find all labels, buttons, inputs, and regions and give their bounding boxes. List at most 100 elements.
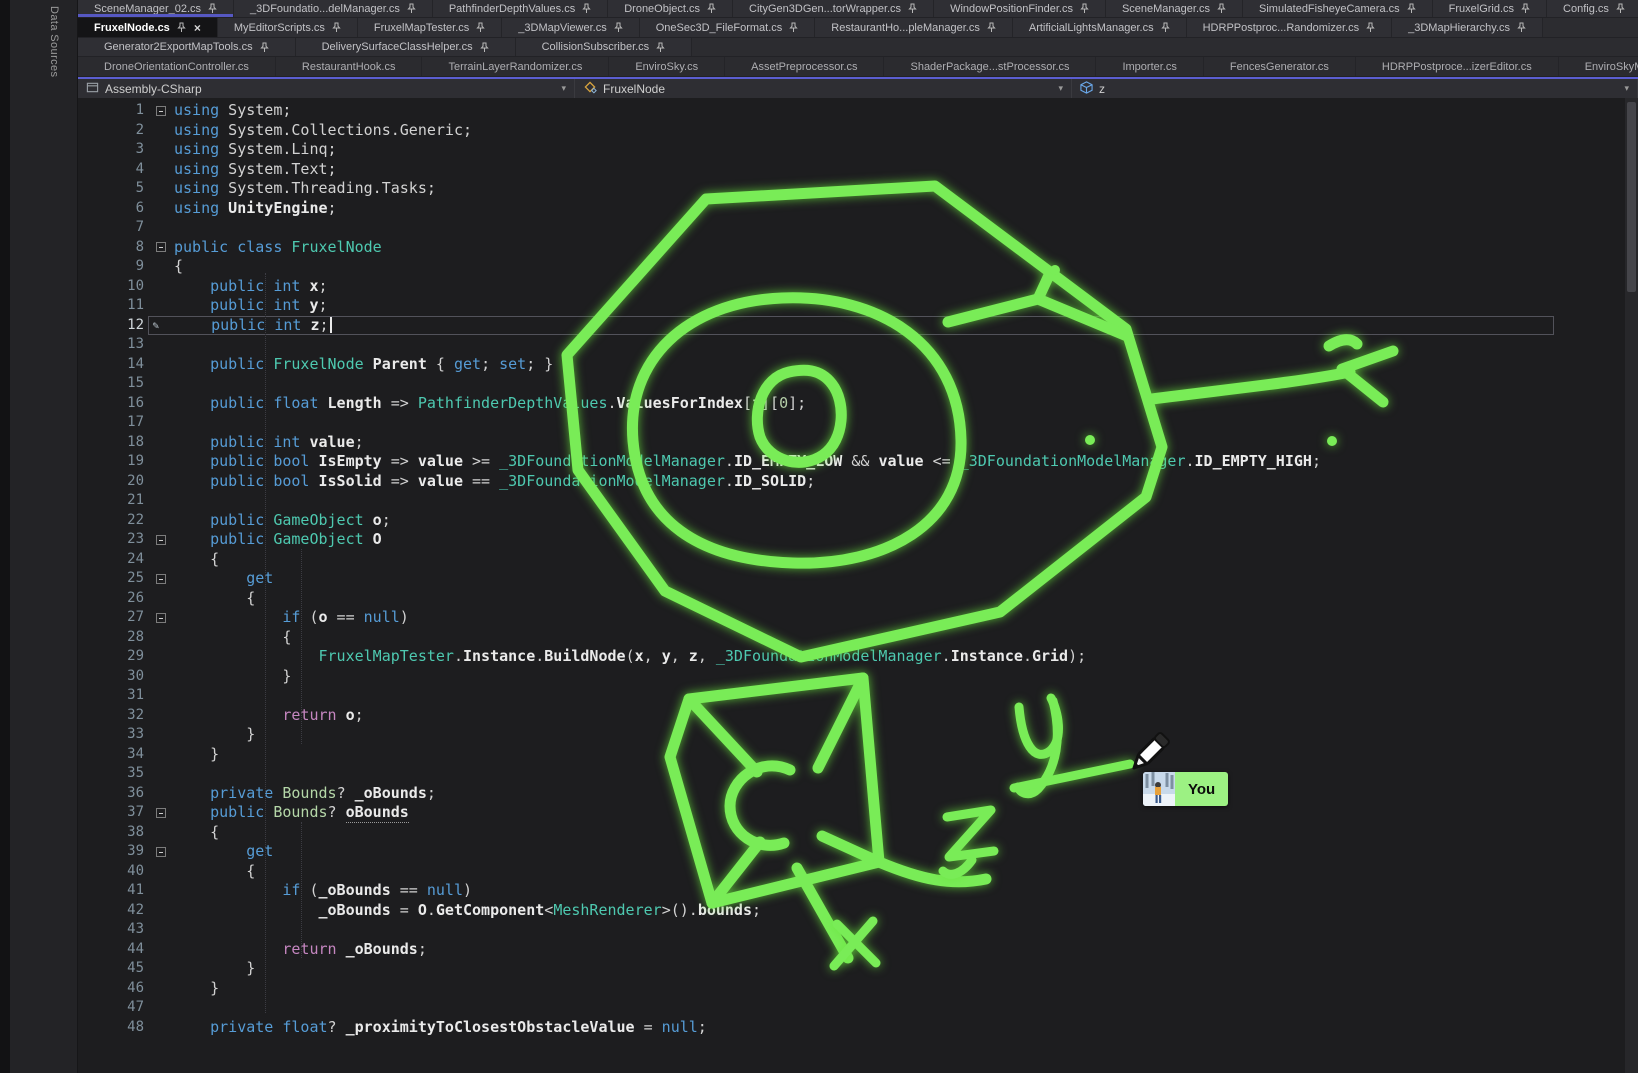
line-number[interactable]: 36 <box>78 784 148 804</box>
line-body[interactable] <box>148 920 1638 940</box>
pin-icon[interactable] <box>260 42 269 53</box>
line-number[interactable]: 12✎ <box>78 316 148 336</box>
code-line-48[interactable]: 48 private float? _proximityToClosestObs… <box>78 1018 1638 1038</box>
line-number[interactable]: 17 <box>78 413 148 433</box>
line-number[interactable]: 6 <box>78 199 148 219</box>
line-body[interactable]: public GameObject o; <box>148 511 1638 531</box>
code-line-17[interactable]: 17 <box>78 413 1638 433</box>
code-line-6[interactable]: 6using UnityEngine; <box>78 199 1638 219</box>
line-body[interactable] <box>148 686 1638 706</box>
code-line-31[interactable]: 31 <box>78 686 1638 706</box>
code-line-37[interactable]: 37 public Bounds? oBounds <box>78 803 1638 823</box>
line-number[interactable]: 10 <box>78 277 148 297</box>
code-line-30[interactable]: 30 } <box>78 667 1638 687</box>
tab-terrainlayerrandomizer-cs[interactable]: TerrainLayerRandomizer.cs <box>422 57 609 76</box>
code-line-33[interactable]: 33 } <box>78 725 1638 745</box>
tab-scenemanager-02-cs[interactable]: SceneManager_02.cs <box>78 0 234 17</box>
collapse-box-icon[interactable] <box>156 808 166 818</box>
code-line-5[interactable]: 5using System.Threading.Tasks; <box>78 179 1638 199</box>
tab--3dmapviewer-cs[interactable]: _3DMapViewer.cs <box>502 18 639 37</box>
line-number[interactable]: 29 <box>78 647 148 667</box>
tab-droneorientationcontroller-cs[interactable]: DroneOrientationController.cs <box>78 57 276 76</box>
code-line-36[interactable]: 36 private Bounds? _oBounds; <box>78 784 1638 804</box>
code-line-32[interactable]: 32 return o; <box>78 706 1638 726</box>
line-body[interactable]: using System.Text; <box>148 160 1638 180</box>
line-number[interactable]: 22 <box>78 511 148 531</box>
tab-fruxelmaptester-cs[interactable]: FruxelMapTester.cs <box>358 18 502 37</box>
line-number[interactable]: 13 <box>78 335 148 355</box>
line-number[interactable]: 18 <box>78 433 148 453</box>
collapse-box-icon[interactable] <box>156 242 166 252</box>
pin-icon[interactable] <box>1521 3 1530 14</box>
tab-envirosky-cs[interactable]: EnviroSky.cs <box>609 57 725 76</box>
code-line-23[interactable]: 23 public GameObject O <box>78 530 1638 550</box>
code-line-22[interactable]: 22 public GameObject o; <box>78 511 1638 531</box>
line-number[interactable]: 15 <box>78 374 148 394</box>
line-number[interactable]: 43 <box>78 920 148 940</box>
line-number[interactable]: 46 <box>78 979 148 999</box>
tab-config-cs[interactable]: Config.cs <box>1547 0 1638 17</box>
tab-restauranthook-cs[interactable]: RestaurantHook.cs <box>276 57 423 76</box>
tab--3dfoundatio-delmanager-cs[interactable]: _3DFoundatio...delManager.cs <box>234 0 433 17</box>
line-body[interactable] <box>148 491 1638 511</box>
line-number[interactable]: 20 <box>78 472 148 492</box>
line-number[interactable]: 27 <box>78 608 148 628</box>
tab-droneobject-cs[interactable]: DroneObject.cs <box>608 0 733 17</box>
line-number[interactable]: 5 <box>78 179 148 199</box>
line-body[interactable]: return o; <box>148 706 1638 726</box>
pin-icon[interactable] <box>476 22 485 33</box>
line-number[interactable]: 11 <box>78 296 148 316</box>
tab-assetpreprocessor-cs[interactable]: AssetPreprocessor.cs <box>725 57 884 76</box>
line-body[interactable] <box>148 374 1638 394</box>
pin-icon[interactable] <box>1616 3 1625 14</box>
fold-toggle[interactable] <box>148 535 174 545</box>
pin-icon[interactable] <box>614 22 623 33</box>
code-line-24[interactable]: 24 { <box>78 550 1638 570</box>
pin-icon[interactable] <box>407 3 416 14</box>
line-number[interactable]: 1 <box>78 101 148 121</box>
tab-pathfinderdepthvalues-cs[interactable]: PathfinderDepthValues.cs <box>433 0 608 17</box>
line-body[interactable]: public bool IsEmpty => value >= _3DFound… <box>148 452 1638 472</box>
line-body[interactable]: { <box>148 823 1638 843</box>
line-body[interactable]: } <box>148 667 1638 687</box>
code-line-18[interactable]: 18 public int value; <box>78 433 1638 453</box>
line-body[interactable]: public float Length => PathfinderDepthVa… <box>148 394 1638 414</box>
pin-icon[interactable] <box>789 22 798 33</box>
code-line-12[interactable]: 12✎ public int z; <box>78 316 1638 336</box>
tab-importer-cs[interactable]: Importer.cs <box>1096 57 1203 76</box>
line-body[interactable]: } <box>148 979 1638 999</box>
code-line-8[interactable]: 8public class FruxelNode <box>78 238 1638 258</box>
code-line-39[interactable]: 39 get <box>78 842 1638 862</box>
line-number[interactable]: 14 <box>78 355 148 375</box>
collapse-box-icon[interactable] <box>156 574 166 584</box>
collapse-box-icon[interactable] <box>156 613 166 623</box>
code-line-11[interactable]: 11 public int y; <box>78 296 1638 316</box>
chevron-down-icon[interactable]: ▾ <box>1058 83 1063 94</box>
pin-icon[interactable] <box>1217 3 1226 14</box>
pin-icon[interactable] <box>582 3 591 14</box>
line-body[interactable]: if (_oBounds == null) <box>148 881 1638 901</box>
code-line-38[interactable]: 38 { <box>78 823 1638 843</box>
line-number[interactable]: 47 <box>78 998 148 1018</box>
line-number[interactable]: 44 <box>78 940 148 960</box>
pin-icon[interactable] <box>332 22 341 33</box>
line-number[interactable]: 39 <box>78 842 148 862</box>
line-body[interactable]: public int value; <box>148 433 1638 453</box>
line-body[interactable]: public int x; <box>148 277 1638 297</box>
line-body[interactable]: using System.Linq; <box>148 140 1638 160</box>
line-number[interactable]: 41 <box>78 881 148 901</box>
tab-myeditorscripts-cs[interactable]: MyEditorScripts.cs <box>218 18 358 37</box>
code-line-7[interactable]: 7 <box>78 218 1638 238</box>
code-line-2[interactable]: 2using System.Collections.Generic; <box>78 121 1638 141</box>
tab-deliverysurfaceclasshelper-cs[interactable]: DeliverySurfaceClassHelper.cs <box>296 38 516 56</box>
line-number[interactable]: 23 <box>78 530 148 550</box>
line-number[interactable]: 28 <box>78 628 148 648</box>
pin-icon[interactable] <box>656 42 665 53</box>
line-body[interactable]: public GameObject O <box>148 530 1638 550</box>
pin-icon[interactable] <box>208 3 217 14</box>
pin-icon[interactable] <box>177 22 186 33</box>
line-body[interactable]: { <box>148 550 1638 570</box>
line-body[interactable]: { <box>148 589 1638 609</box>
pin-icon[interactable] <box>1366 22 1375 33</box>
tab-generator2exportmaptools-cs[interactable]: Generator2ExportMapTools.cs <box>78 38 296 56</box>
